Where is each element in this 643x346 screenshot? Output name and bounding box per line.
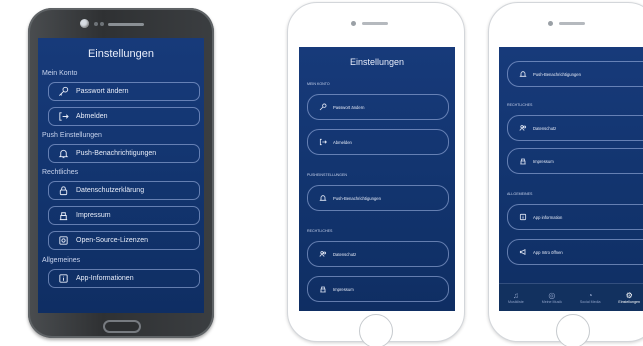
users-icon xyxy=(516,124,530,132)
info-icon xyxy=(54,273,72,284)
logout-button[interactable]: Abmelden xyxy=(48,107,200,126)
imprint-label: Impressum xyxy=(533,158,554,164)
imprint-label: Impressum xyxy=(333,286,354,292)
push-notifications-label: Push-Benachrichtigungen xyxy=(333,195,381,201)
iphone-settings-top: Einstellungen MEIN KONTO Passwort ändern… xyxy=(287,2,465,346)
tab-label: Einstellungen xyxy=(618,300,641,304)
music-note-icon: ♫ xyxy=(512,291,519,300)
privacy-policy-label: Datenschutzerklärung xyxy=(76,187,145,194)
speaker-grille xyxy=(108,23,144,26)
section-header-allgemeines: Allgemeines xyxy=(42,257,81,264)
app-intro-label: App Intro öffnen xyxy=(533,249,563,255)
front-camera-icon xyxy=(80,19,89,28)
app-info-button[interactable]: App-Informationen xyxy=(48,269,200,288)
push-notifications-button[interactable]: Push-Benachrichtigungen xyxy=(507,61,643,87)
change-password-label: Passwort ändern xyxy=(76,88,129,95)
app-info-label: App-Informationen xyxy=(76,275,134,282)
lock-icon xyxy=(54,185,72,196)
privacy-policy-button[interactable]: Datenschutzerklärung xyxy=(48,181,200,200)
section-header-allgemeines: ALLGEMEINES xyxy=(507,192,533,196)
license-icon xyxy=(54,235,72,246)
logout-label: Abmelden xyxy=(76,113,108,120)
page-title: Einstellungen xyxy=(349,57,405,67)
share-icon: ◔ xyxy=(587,291,593,300)
tab-musikliste[interactable]: ♫ Musikliste xyxy=(508,291,524,304)
iphone-settings-screen-scrolled[interactable]: Push-Benachrichtigungen RECHTLICHES Date… xyxy=(499,47,643,311)
push-notifications-label: Push-Benachrichtigungen xyxy=(533,71,581,77)
bell-icon xyxy=(516,70,530,78)
stage: Einstellungen Mein Konto Passwort ändern… xyxy=(0,0,643,346)
building-icon xyxy=(516,157,530,165)
privacy-label: Datenschutz xyxy=(533,125,557,131)
logout-button[interactable]: Abmelden xyxy=(307,129,449,155)
iphone-settings-screen[interactable]: Einstellungen MEIN KONTO Passwort ändern… xyxy=(299,47,455,311)
tab-label: Meine Musik xyxy=(541,300,562,304)
key-icon xyxy=(54,86,72,97)
building-icon xyxy=(54,210,72,221)
change-password-button[interactable]: Passwort ändern xyxy=(48,82,200,101)
app-info-button[interactable]: App information xyxy=(507,204,643,230)
tab-bar: ♫ Musikliste ◎ Meine Musik ◔ Social Medi… xyxy=(499,283,643,311)
section-header-push: Push Einstellungen xyxy=(42,132,102,139)
speaker-grille xyxy=(362,22,388,25)
users-icon xyxy=(316,250,330,258)
logout-icon xyxy=(54,111,72,122)
section-header-rechtliches: RECHTLICHES xyxy=(507,103,533,107)
tab-einstellungen[interactable]: ⚙ Einstellungen xyxy=(618,291,640,304)
megaphone-icon xyxy=(516,248,530,256)
open-source-licenses-button[interactable]: Open-Source-Lizenzen xyxy=(48,231,200,250)
bell-icon xyxy=(54,148,72,159)
section-header-rechtliches: Rechtliches xyxy=(42,169,79,176)
privacy-label: Datenschutz xyxy=(333,251,357,257)
home-button[interactable] xyxy=(103,320,141,333)
push-notifications-label: Push-Benachrichtigungen xyxy=(76,150,157,157)
home-button[interactable] xyxy=(359,314,393,346)
page-title: Einstellungen xyxy=(87,48,155,60)
open-source-licenses-label: Open-Source-Lizenzen xyxy=(76,237,148,244)
android-phone: Einstellungen Mein Konto Passwort ändern… xyxy=(28,8,214,338)
change-password-label: Passwort ändern xyxy=(333,104,365,110)
bell-icon xyxy=(316,194,330,202)
tab-label: Musikliste xyxy=(507,300,524,304)
privacy-button[interactable]: Datenschutz xyxy=(507,115,643,141)
push-notifications-button[interactable]: Push-Benachrichtigungen xyxy=(48,144,200,163)
app-info-label: App information xyxy=(533,214,563,220)
section-header-mein-konto: Mein Konto xyxy=(42,70,78,77)
key-icon xyxy=(316,103,330,111)
android-settings-screen[interactable]: Einstellungen Mein Konto Passwort ändern… xyxy=(38,38,204,313)
building-icon xyxy=(316,285,330,293)
home-button[interactable] xyxy=(556,314,590,346)
speaker-grille xyxy=(559,22,585,25)
imprint-button[interactable]: Impressum xyxy=(307,276,449,302)
app-intro-button[interactable]: App Intro öffnen xyxy=(507,239,643,265)
logout-label: Abmelden xyxy=(333,139,352,145)
section-header-mein-konto: MEIN KONTO xyxy=(307,82,330,86)
iphone-settings-scrolled: Push-Benachrichtigungen RECHTLICHES Date… xyxy=(488,2,643,346)
imprint-button[interactable]: Impressum xyxy=(48,206,200,225)
change-password-button[interactable]: Passwort ändern xyxy=(307,94,449,120)
logout-icon xyxy=(316,138,330,146)
push-notifications-button[interactable]: Push-Benachrichtigungen xyxy=(307,185,449,211)
tab-label: Social Media xyxy=(579,300,601,304)
imprint-button[interactable]: Impressum xyxy=(507,148,643,174)
info-icon xyxy=(516,213,530,221)
front-camera-icon xyxy=(351,21,356,26)
section-header-rechtliches: RECHTLICHES xyxy=(307,229,333,233)
section-header-push: PUSHEINSTELLUNGEN xyxy=(307,173,347,177)
front-camera-icon xyxy=(548,21,553,26)
tab-social-media[interactable]: ◔ Social Media xyxy=(580,291,601,304)
gear-icon: ⚙ xyxy=(625,291,633,300)
imprint-label: Impressum xyxy=(76,212,111,219)
tab-meine-musik[interactable]: ◎ Meine Musik xyxy=(542,291,562,304)
disc-icon: ◎ xyxy=(548,291,556,300)
privacy-button[interactable]: Datenschutz xyxy=(307,241,449,267)
sensor-dot xyxy=(94,22,98,26)
sensor-dot xyxy=(100,22,104,26)
